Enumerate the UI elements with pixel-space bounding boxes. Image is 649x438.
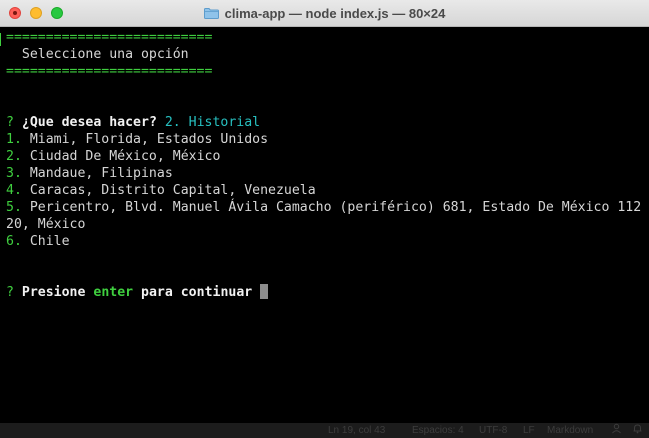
- history-text: Caracas, Distrito Capital, Venezuela: [29, 183, 316, 198]
- window-title-container: clima-app — node index.js — 80×24: [0, 0, 649, 27]
- continue-mark: ?: [6, 285, 14, 300]
- continue-after: para continuar: [141, 285, 253, 300]
- status-bar: Ln 19, col 43 Espacios: 4 UTF-8 LF Markd…: [0, 423, 649, 438]
- history-text: Pericentro, Blvd. Manuel Ávila Camacho (…: [29, 200, 642, 215]
- terminal-output[interactable]: ========================== Seleccione un…: [0, 27, 649, 423]
- history-text: Chile: [29, 234, 70, 249]
- menu-header: Seleccione una opción: [6, 47, 189, 62]
- history-number: 2.: [6, 149, 22, 164]
- terminal-edge-marker: [0, 33, 1, 46]
- history-text: Mandaue, Filipinas: [29, 166, 173, 181]
- status-line-ending[interactable]: LF: [523, 423, 535, 438]
- status-encoding[interactable]: UTF-8: [479, 423, 507, 438]
- prompt-line: ? ¿Que desea hacer? 2. Historial: [6, 114, 260, 131]
- continue-before: Presione: [21, 285, 86, 300]
- history-number: 6.: [6, 234, 22, 249]
- history-number: 3.: [6, 166, 22, 181]
- history-item: 5. Pericentro, Blvd. Manuel Ávila Camach…: [6, 199, 641, 216]
- account-icon[interactable]: [611, 423, 622, 438]
- history-item: 4. Caracas, Distrito Capital, Venezuela: [6, 182, 316, 199]
- history-number: 5.: [6, 200, 22, 215]
- history-item-wrap: 20, México: [6, 217, 86, 232]
- history-item: 3. Mandaue, Filipinas: [6, 165, 173, 182]
- history-item: 6. Chile: [6, 233, 70, 250]
- status-indentation[interactable]: Espacios: 4: [412, 423, 464, 438]
- window-title: clima-app — node index.js — 80×24: [224, 6, 446, 21]
- status-cursor-position[interactable]: Ln 19, col 43: [328, 423, 385, 438]
- history-number: 1.: [6, 132, 22, 147]
- prompt-answer: 2. Historial: [164, 115, 261, 130]
- continue-line: ? Presione enter para continuar: [6, 284, 269, 301]
- separator-top: ==========================: [6, 30, 213, 45]
- history-number: 4.: [6, 183, 22, 198]
- terminal-cursor: [260, 284, 269, 299]
- history-item: 1. Miami, Florida, Estados Unidos: [6, 131, 268, 148]
- continue-key: enter: [93, 285, 134, 300]
- title-bar[interactable]: clima-app — node index.js — 80×24: [0, 0, 649, 27]
- history-item: 2. Ciudad De México, México: [6, 148, 220, 165]
- notifications-bell-icon[interactable]: [632, 423, 643, 438]
- separator-bottom: ==========================: [6, 64, 213, 79]
- history-text: Ciudad De México, México: [29, 149, 221, 164]
- history-text: Miami, Florida, Estados Unidos: [29, 132, 269, 147]
- terminal-window: clima-app — node index.js — 80×24 ======…: [0, 0, 649, 438]
- status-language[interactable]: Markdown: [547, 423, 593, 438]
- prompt-question: ¿Que desea hacer?: [21, 115, 157, 130]
- prompt-mark: ?: [6, 115, 14, 130]
- folder-icon: [203, 1, 219, 19]
